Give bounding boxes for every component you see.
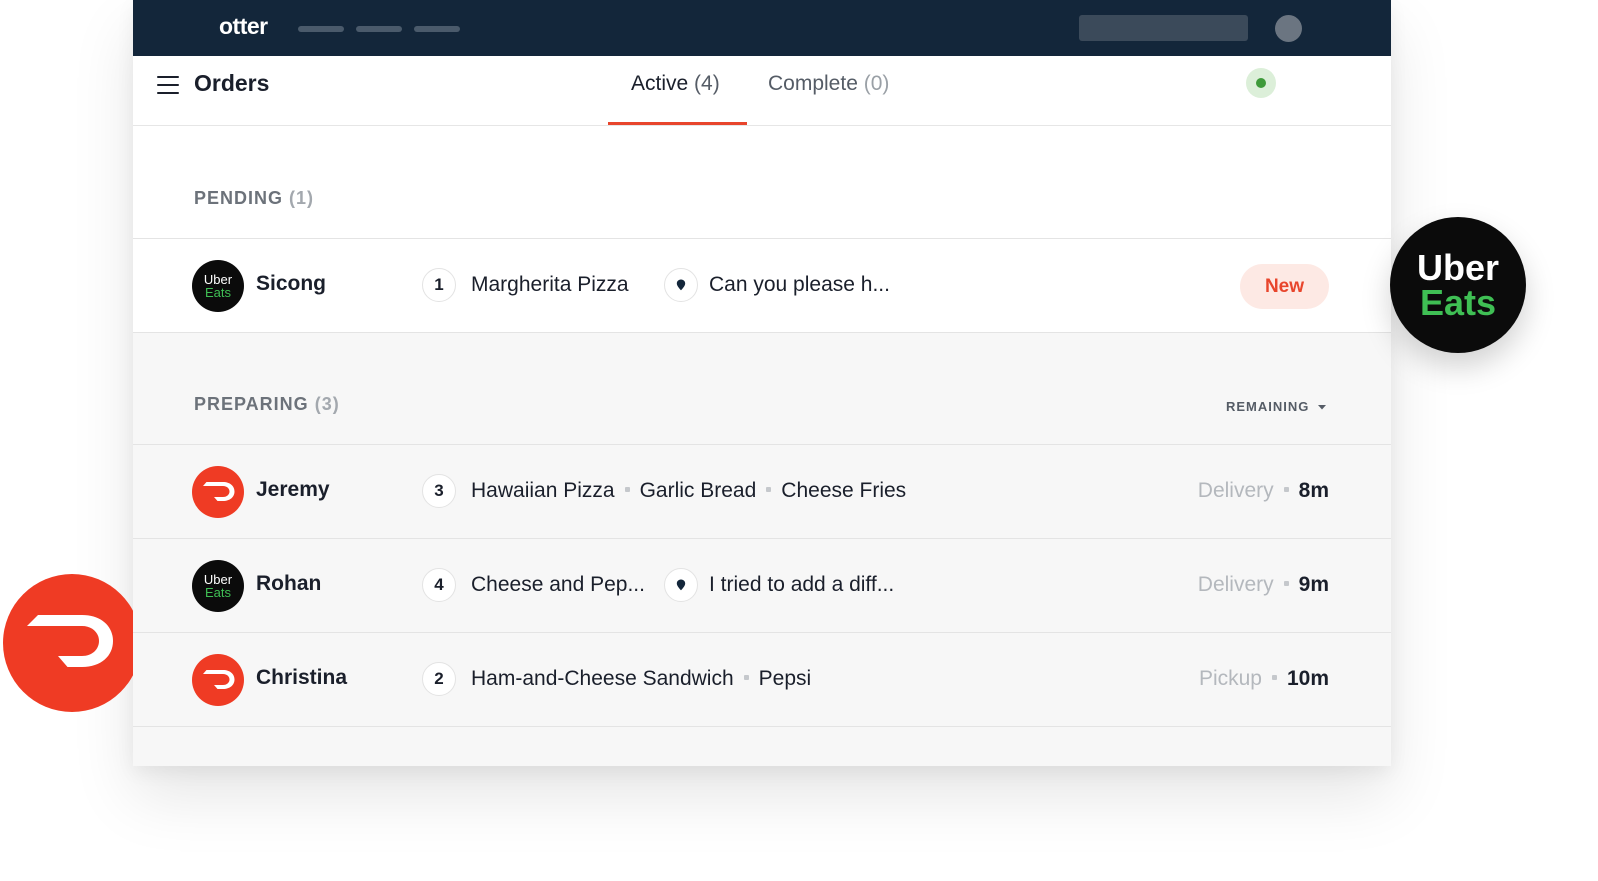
time-remaining: 10m (1286, 667, 1329, 690)
customer-name: Christina (256, 666, 348, 689)
note-pin-icon (664, 568, 698, 602)
item-count-badge: 4 (422, 568, 456, 602)
tab-active-count: (4) (694, 72, 720, 95)
order-type: Delivery (1197, 479, 1274, 502)
top-nav-bar: otter (133, 0, 1391, 56)
pending-section-title: PENDING (1) (194, 188, 314, 209)
uber-eats-logo-icon: Uber Eats (192, 560, 244, 612)
order-item: Pepsi (758, 667, 812, 690)
pending-label: PENDING (194, 188, 284, 208)
tab-complete-count: (0) (863, 72, 890, 95)
avatar[interactable] (1275, 15, 1302, 42)
customer-name: Sicong (256, 272, 327, 295)
tab-active[interactable]: Active (4) (631, 72, 720, 96)
item-count-badge: 2 (422, 662, 456, 696)
order-eta: Delivery 8m (1198, 479, 1329, 503)
order-type: Delivery (1197, 573, 1274, 596)
order-eta: Delivery 9m (1198, 573, 1329, 597)
caret-down-icon (1318, 405, 1327, 410)
order-type: Pickup (1198, 667, 1262, 690)
order-item: Cheese and Pep... (471, 573, 645, 596)
item-count-badge: 1 (422, 268, 456, 302)
new-order-badge[interactable]: New (1240, 264, 1329, 309)
special-instructions: Can you please h... (709, 273, 890, 296)
pending-count: (1) (289, 188, 315, 208)
nav-placeholder-3[interactable] (414, 26, 460, 32)
order-item: Hawaiian Pizza (471, 479, 615, 502)
preparing-section-title: PREPARING (3) (194, 394, 340, 415)
order-row-jeremy[interactable]: Jeremy 3 Hawaiian Pizza Garlic Bread Chees… (133, 445, 1391, 539)
sort-remaining-dropdown[interactable]: REMAINING (1226, 399, 1327, 414)
preparing-count: (3) (314, 394, 340, 414)
page-title: Orders (194, 70, 270, 96)
order-item: Margherita Pizza (471, 273, 629, 296)
order-items: Ham-and-Cheese Sandwich Pepsi (471, 667, 811, 691)
note-pin-icon (664, 268, 698, 302)
order-item: Ham-and-Cheese Sandwich (471, 667, 734, 690)
time-remaining: 9m (1298, 573, 1329, 596)
tab-complete[interactable]: Complete (0) (768, 72, 889, 96)
order-eta: Pickup 10m (1199, 667, 1329, 691)
preparing-label: PREPARING (194, 394, 309, 414)
uber-eats-large-logo-icon: Uber Eats (1390, 217, 1526, 353)
uber-eats-logo-icon: Uber Eats (192, 260, 244, 312)
item-count-badge: 3 (422, 474, 456, 508)
sort-label: REMAINING (1226, 399, 1310, 414)
active-tab-indicator (608, 122, 747, 125)
order-row-sicong[interactable]: Uber Eats Sicong 1 Margherita Pizza Can … (133, 239, 1391, 333)
order-items: Hawaiian Pizza Garlic Bread Cheese Fries (471, 479, 906, 503)
hamburger-menu-icon[interactable] (157, 76, 179, 94)
doordash-logo-icon (192, 654, 244, 706)
nav-placeholder-1[interactable] (298, 26, 344, 32)
nav-placeholder-2[interactable] (356, 26, 402, 32)
order-items: Cheese and Pep... (471, 573, 645, 597)
order-row-rohan[interactable]: Uber Eats Rohan 4 Cheese and Pep... I tr… (133, 539, 1391, 633)
pending-section-header: PENDING (1) (133, 126, 1391, 238)
tab-active-label: Active (631, 72, 689, 95)
otter-logo[interactable]: otter (219, 13, 268, 40)
doordash-logo-icon (192, 466, 244, 518)
order-row-christina[interactable]: Christina 2 Ham-and-Cheese Sandwich Pepsi… (133, 633, 1391, 727)
customer-name: Rohan (256, 572, 322, 595)
special-instructions: I tried to add a diff... (709, 573, 895, 596)
order-item: Garlic Bread (639, 479, 757, 502)
online-status-icon[interactable] (1246, 68, 1276, 98)
tab-complete-label: Complete (768, 72, 858, 95)
time-remaining: 8m (1298, 479, 1329, 502)
order-item: Cheese Fries (781, 479, 907, 502)
order-items: Margherita Pizza (471, 273, 629, 297)
doordash-large-logo-icon (3, 574, 133, 712)
orders-header: Orders Active (4) Complete (0) (133, 56, 1391, 126)
search-placeholder[interactable] (1079, 15, 1248, 41)
otter-app-window: otter Orders Active (4) Complete (0) PEN… (133, 0, 1391, 766)
customer-name: Jeremy (256, 478, 330, 501)
